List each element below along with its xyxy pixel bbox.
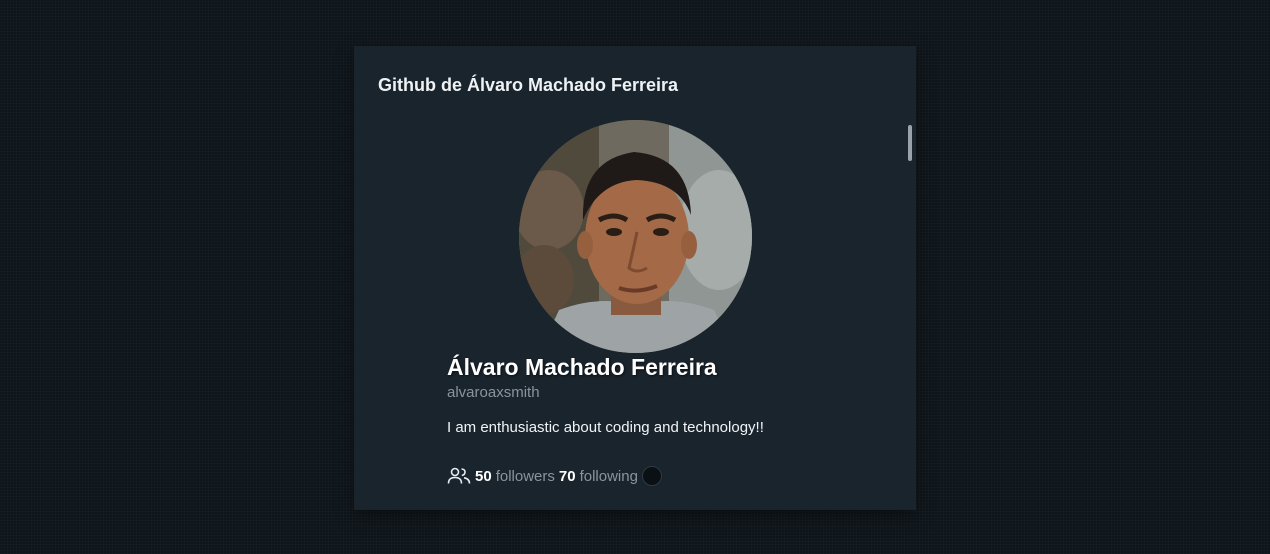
- avatar-image: [519, 120, 752, 353]
- following-label[interactable]: following: [580, 468, 638, 485]
- card-title: Github de Álvaro Machado Ferreira: [378, 75, 679, 95]
- profile-name: Álvaro Machado Ferreira: [447, 354, 717, 380]
- followers-count[interactable]: 50: [475, 468, 492, 485]
- github-profile-card: Github de Álvaro Machado Ferreira Álvaro…: [354, 46, 916, 510]
- status-dot-icon[interactable]: [641, 466, 662, 486]
- profile-bio: I am enthusiastic about coding and techn…: [447, 419, 764, 436]
- followers-label[interactable]: followers: [496, 468, 555, 485]
- people-icon: [447, 467, 471, 484]
- scrollbar-thumb[interactable]: [908, 125, 912, 161]
- username[interactable]: alvaroaxsmith: [447, 384, 540, 401]
- follow-stats: 50 followers 70 following: [447, 464, 662, 488]
- following-count[interactable]: 70: [559, 468, 576, 485]
- avatar: [519, 120, 752, 353]
